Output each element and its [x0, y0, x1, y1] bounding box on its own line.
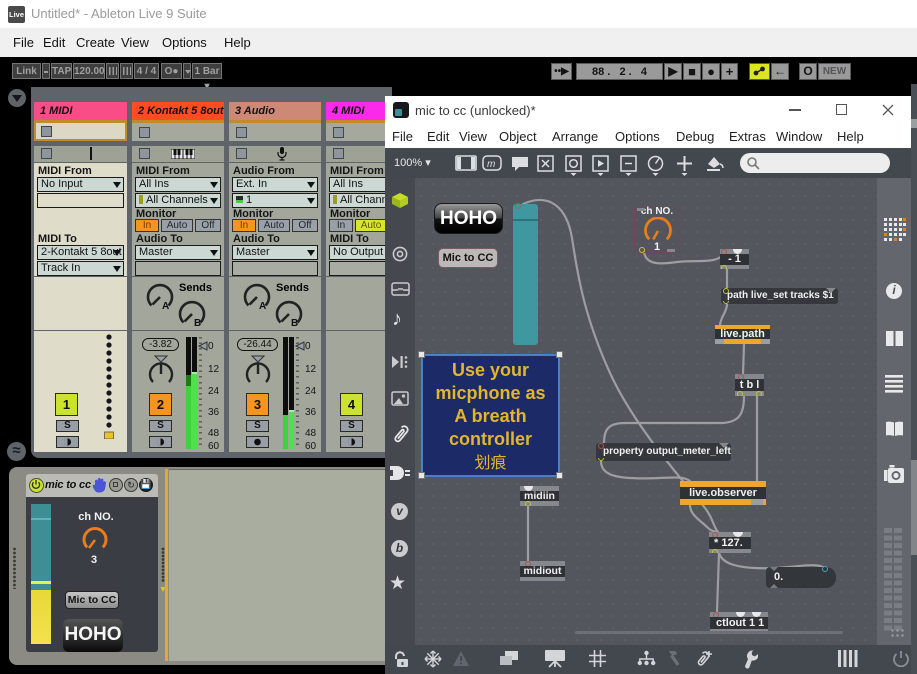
- svg-text:A: A: [162, 301, 169, 312]
- svg-text:B: B: [291, 318, 298, 329]
- svg-text:m: m: [487, 159, 495, 170]
- svg-text:B: B: [194, 318, 201, 329]
- svg-text:A: A: [259, 301, 266, 312]
